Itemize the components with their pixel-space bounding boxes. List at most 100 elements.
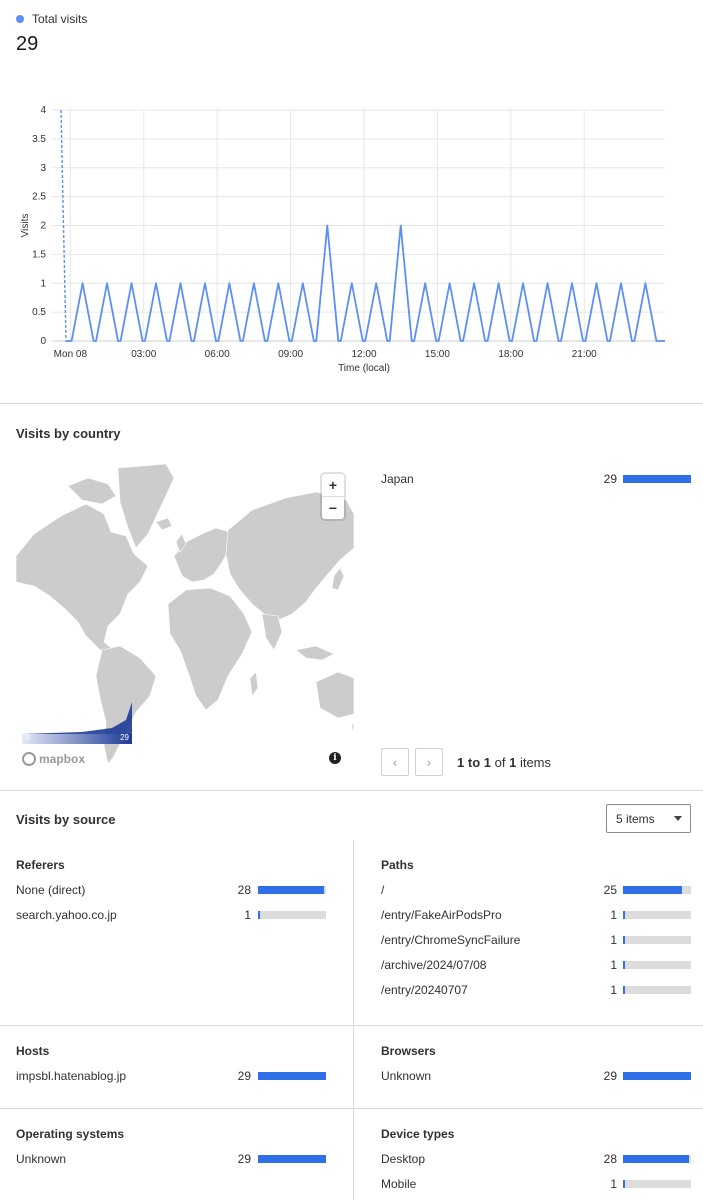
row-bar xyxy=(623,1155,691,1163)
caret-down-icon xyxy=(674,816,682,821)
map-japan xyxy=(331,567,345,591)
referer-row[interactable]: search.yahoo.co.jp 1 xyxy=(16,907,336,923)
scale-min-label: 0 xyxy=(25,733,30,742)
map-indonesia xyxy=(295,645,335,661)
row-label: Unknown xyxy=(381,1069,432,1083)
row-bar xyxy=(623,1180,691,1188)
pager-from: 1 xyxy=(457,754,465,770)
legend-item-total-visits[interactable]: Total visits xyxy=(16,12,87,26)
y-tick-label: 3 xyxy=(40,163,46,174)
row-bar-fill xyxy=(623,886,682,894)
row-label: /entry/20240707 xyxy=(381,983,468,997)
scale-max-label: 29 xyxy=(120,733,129,742)
row-label: /entry/FakeAirPodsPro xyxy=(381,908,502,922)
pager-to: 1 xyxy=(483,754,491,770)
row-count: 29 xyxy=(603,1069,617,1083)
map-africa xyxy=(167,587,253,711)
x-tick-label: 09:00 xyxy=(278,349,303,360)
path-row[interactable]: /entry/ChromeSyncFailure 1 xyxy=(381,932,701,948)
row-bar-fill xyxy=(258,1072,326,1080)
world-map[interactable]: + − 0 29 mapbox i xyxy=(16,464,354,775)
pager-next-button[interactable]: › xyxy=(415,748,443,776)
x-tick-label: 03:00 xyxy=(131,349,156,360)
scale-ramp-shape xyxy=(22,702,132,734)
row-label: None (direct) xyxy=(16,883,86,897)
paths-title: Paths xyxy=(381,858,414,872)
row-count: 1 xyxy=(610,983,617,997)
x-tick-label: 21:00 xyxy=(572,349,597,360)
map-greenland xyxy=(117,464,175,549)
host-row[interactable]: impsbl.hatenablog.jp 29 xyxy=(16,1068,336,1084)
row-bar-fill xyxy=(623,1155,689,1163)
y-tick-label: 3.5 xyxy=(32,134,46,145)
row-bar xyxy=(623,961,691,969)
row-label: Mobile xyxy=(381,1177,417,1191)
country-row[interactable]: Japan 29 xyxy=(381,471,701,487)
pager-prev-button[interactable]: ‹ xyxy=(381,748,409,776)
x-tick-label: 12:00 xyxy=(351,349,376,360)
path-row[interactable]: /entry/20240707 1 xyxy=(381,982,701,998)
map-color-scale: 0 29 xyxy=(22,702,132,748)
row-count: 29 xyxy=(237,1152,251,1166)
device-row[interactable]: Desktop 28 xyxy=(381,1151,701,1167)
x-axis-title: Time (local) xyxy=(338,363,390,374)
path-row[interactable]: /archive/2024/07/08 1 xyxy=(381,957,701,973)
mapbox-logo-icon xyxy=(22,752,36,766)
map-nz xyxy=(351,721,354,735)
scale-gradient-bar xyxy=(22,734,132,744)
row-label: Desktop xyxy=(381,1152,426,1166)
row-label: / xyxy=(381,883,385,897)
mapbox-logo[interactable]: mapbox xyxy=(22,752,85,766)
device-row[interactable]: Mobile 1 xyxy=(381,1176,701,1192)
row-bar-fill xyxy=(623,1072,691,1080)
x-tick-label: Mon 08 xyxy=(54,349,88,360)
map-canada-islands xyxy=(67,477,117,505)
row-bar-fill xyxy=(623,986,626,994)
map-zoom-control: + − xyxy=(322,474,344,519)
referer-row[interactable]: None (direct) 28 xyxy=(16,882,336,898)
row-count: 29 xyxy=(237,1069,251,1083)
total-visits-summary: Total visits 29 xyxy=(16,12,87,56)
items-per-page-select[interactable]: 5 items xyxy=(606,804,691,833)
map-iceland xyxy=(155,517,173,531)
row-bar xyxy=(623,911,691,919)
row-label: /archive/2024/07/08 xyxy=(381,958,487,972)
pager-to-word: to xyxy=(467,754,481,770)
visits-line-chart: 0 0.5 1 1.5 2 2.5 3 3.5 4 Mon 08 03:00 06:00 09:00 12… xyxy=(20,105,665,374)
x-tick-label: 06:00 xyxy=(205,349,230,360)
pager-total: 1 xyxy=(509,754,517,770)
zoom-out-button[interactable]: − xyxy=(322,496,344,519)
divider xyxy=(0,1025,703,1026)
y-tick-label: 1.5 xyxy=(32,249,46,260)
row-label: Japan xyxy=(381,472,414,486)
row-count: 28 xyxy=(603,1152,617,1166)
row-bar xyxy=(258,1155,326,1163)
row-bar-fill xyxy=(623,1180,626,1188)
row-bar-fill xyxy=(258,886,324,894)
y-axis-title: Visits xyxy=(20,214,31,238)
row-bar-fill xyxy=(623,961,626,969)
row-bar-fill xyxy=(623,911,626,919)
browser-row[interactable]: Unknown 29 xyxy=(381,1068,701,1084)
country-pager: ‹ › 1 to 1 of 1 items xyxy=(381,748,551,776)
x-tick-label: 18:00 xyxy=(498,349,523,360)
zoom-in-button[interactable]: + xyxy=(322,474,344,496)
row-count: 29 xyxy=(603,472,617,486)
row-label: Unknown xyxy=(16,1152,67,1166)
info-icon[interactable]: i xyxy=(329,752,341,764)
path-row[interactable]: / 25 xyxy=(381,882,701,898)
series-dot-icon xyxy=(16,15,24,23)
os-row[interactable]: Unknown 29 xyxy=(16,1151,336,1167)
row-bar xyxy=(623,886,691,894)
row-bar-fill xyxy=(258,1155,326,1163)
os-title: Operating systems xyxy=(16,1127,125,1141)
y-tick-label: 2.5 xyxy=(32,192,46,203)
row-label: impsbl.hatenablog.jp xyxy=(16,1069,127,1083)
path-row[interactable]: /entry/FakeAirPodsPro 1 xyxy=(381,907,701,923)
row-label: /entry/ChromeSyncFailure xyxy=(381,933,521,947)
row-bar xyxy=(623,1072,691,1080)
legend-label: Total visits xyxy=(32,12,88,26)
divider xyxy=(0,403,703,404)
devices-title: Device types xyxy=(381,1127,455,1141)
row-count: 1 xyxy=(610,908,617,922)
